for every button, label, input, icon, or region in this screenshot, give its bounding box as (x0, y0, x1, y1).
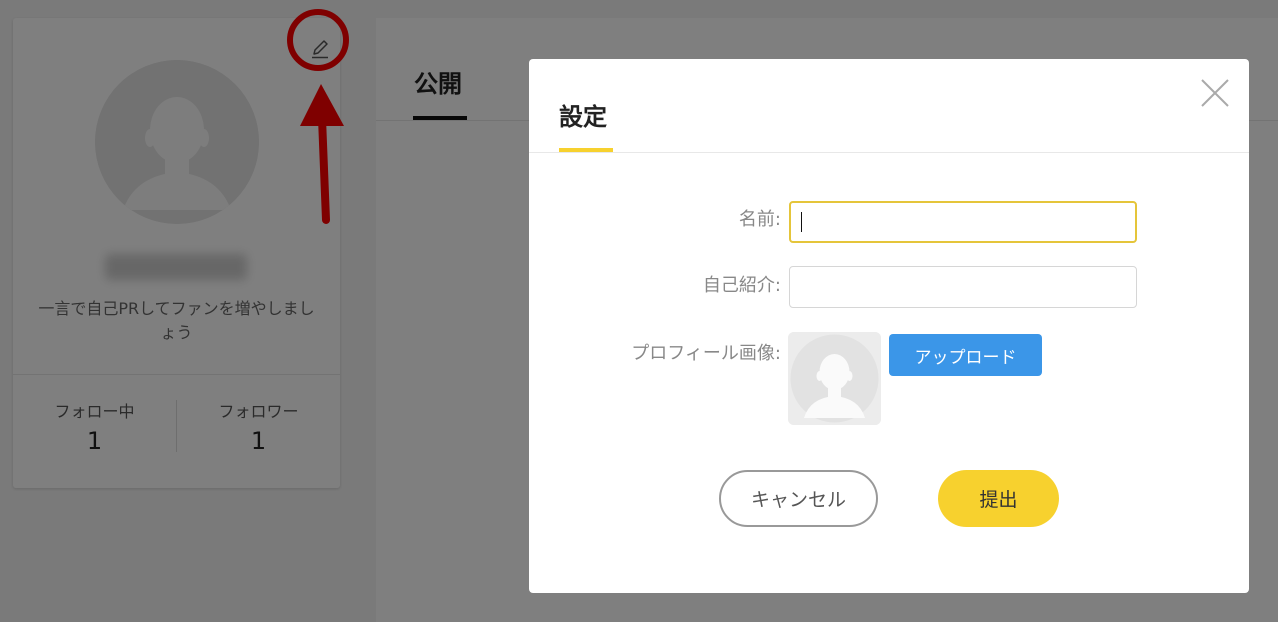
bio-label: 自己紹介: (702, 275, 781, 296)
text-caret (801, 212, 802, 232)
modal-title[interactable]: 設定 (559, 99, 607, 135)
avatar-placeholder-icon (788, 332, 881, 425)
profile-image-preview (788, 332, 881, 425)
cancel-button[interactable]: キャンセル (719, 470, 878, 527)
close-icon (1201, 79, 1229, 107)
name-label: 名前: (738, 209, 781, 230)
close-button[interactable] (1199, 77, 1231, 109)
upload-button[interactable]: アップロード (889, 334, 1042, 376)
name-input[interactable] (789, 201, 1137, 243)
submit-button[interactable]: 提出 (938, 470, 1059, 527)
bio-input[interactable] (789, 266, 1137, 308)
profile-image-label: プロフィール画像: (631, 343, 781, 364)
settings-modal: 設定 名前: 自己紹介: プロフィール画像: アップロード キャンセル 提出 (529, 59, 1249, 593)
modal-divider (529, 152, 1249, 153)
